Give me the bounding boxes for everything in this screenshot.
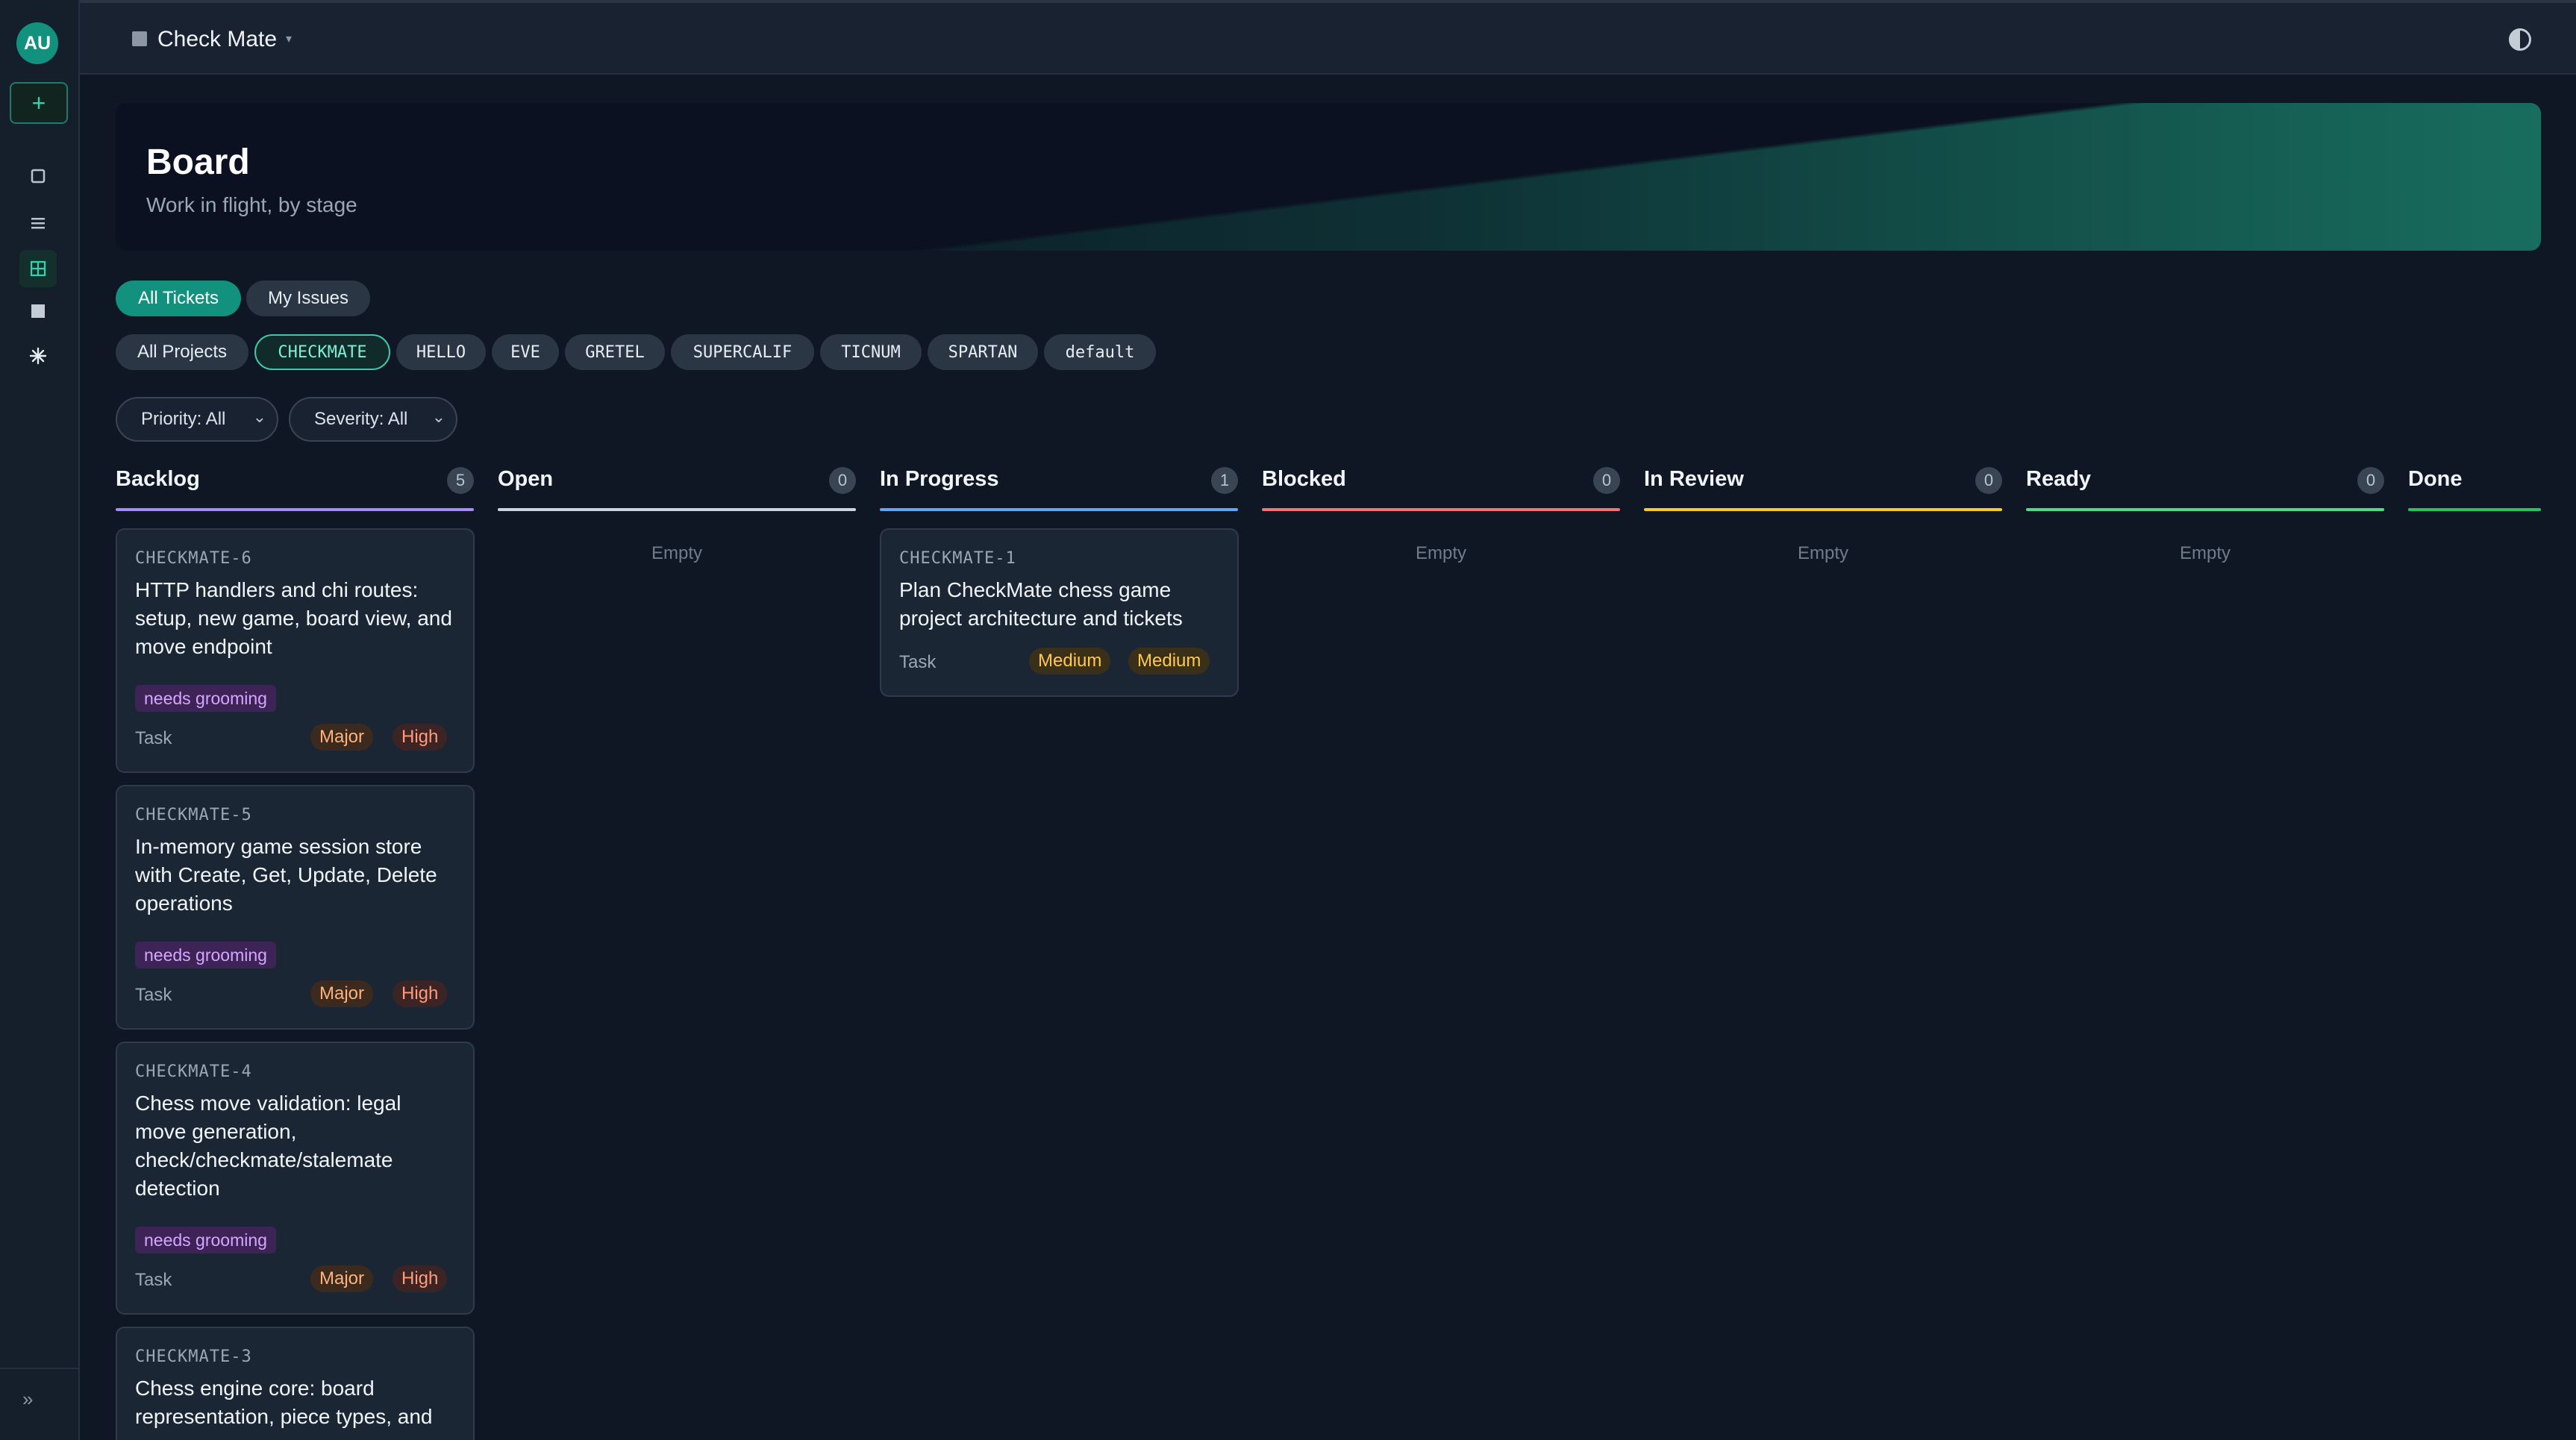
column-count: 0 bbox=[829, 467, 856, 494]
ticket-id: CHECKMATE-5 bbox=[135, 806, 252, 824]
board-icon[interactable] bbox=[19, 250, 57, 287]
ticket-card[interactable]: CHECKMATE-3 Chess engine core: board rep… bbox=[116, 1327, 475, 1440]
project-switcher[interactable]: Check Mate bbox=[157, 27, 277, 52]
page-subtitle: Work in flight, by stage bbox=[146, 193, 357, 216]
ticket-card[interactable]: CHECKMATE-4 Chess move validation: legal… bbox=[116, 1042, 475, 1315]
list-icon[interactable] bbox=[19, 204, 57, 242]
label-tag: needs grooming bbox=[135, 942, 276, 968]
project-color-icon bbox=[132, 31, 147, 46]
column-done: Done bbox=[2408, 467, 2541, 512]
tab-my-issues[interactable]: My Issues bbox=[246, 281, 370, 316]
ticket-type: Task bbox=[135, 1270, 172, 1290]
ticket-type: Task bbox=[135, 728, 172, 748]
severity-badge: Major bbox=[310, 980, 374, 1007]
ticket-title: Plan CheckMate chess game project archit… bbox=[899, 578, 1183, 630]
ticket-id: CHECKMATE-4 bbox=[135, 1062, 252, 1081]
priority-filter-select[interactable]: Priority: All ⌄ bbox=[116, 397, 278, 442]
chevron-down-icon[interactable]: ▾ bbox=[286, 31, 292, 46]
avatar[interactable]: AU bbox=[16, 22, 58, 64]
page-title: Board bbox=[146, 143, 250, 182]
project-filter-supercalif[interactable]: SUPERCALIF bbox=[671, 334, 814, 370]
project-filter-gretel[interactable]: GRETEL bbox=[565, 334, 665, 370]
page-header-banner: Board Work in flight, by stage bbox=[116, 103, 2541, 251]
sparkle-icon[interactable] bbox=[19, 337, 57, 375]
priority-badge: Medium bbox=[1128, 648, 1210, 674]
column-accent-bar bbox=[2408, 508, 2541, 511]
column-in-progress: In Progress 1 bbox=[880, 467, 1238, 512]
ticket-title: Chess engine core: board representation,… bbox=[135, 1377, 433, 1428]
project-filter-eve[interactable]: EVE bbox=[492, 334, 559, 370]
ticket-id: CHECKMATE-6 bbox=[135, 549, 252, 568]
ticket-type: Task bbox=[135, 985, 172, 1005]
ticket-card[interactable]: CHECKMATE-6 HTTP handlers and chi routes… bbox=[116, 528, 475, 773]
rail-divider bbox=[0, 1368, 78, 1369]
ticket-card[interactable]: CHECKMATE-5 In-memory game session store… bbox=[116, 785, 475, 1030]
chart-icon[interactable] bbox=[19, 292, 57, 330]
empty-state: Empty bbox=[651, 543, 702, 563]
column-accent-bar bbox=[1644, 508, 2002, 511]
label-tag: needs grooming bbox=[135, 1227, 276, 1253]
theme-toggle-icon[interactable] bbox=[2509, 28, 2531, 51]
severity-badge: Major bbox=[310, 724, 374, 751]
column-accent-bar bbox=[880, 508, 1238, 511]
project-filter-spartan[interactable]: SPARTAN bbox=[928, 334, 1038, 370]
project-filter-default[interactable]: default bbox=[1044, 334, 1156, 370]
tab-all-tickets[interactable]: All Tickets bbox=[116, 281, 241, 316]
column-accent-bar bbox=[116, 508, 474, 511]
label-tag: needs grooming bbox=[135, 685, 276, 712]
priority-badge: High bbox=[393, 980, 448, 1007]
left-rail: AU + » bbox=[0, 0, 80, 1440]
column-count: 0 bbox=[2357, 467, 2384, 494]
column-accent-bar bbox=[2026, 508, 2384, 511]
project-filter-all[interactable]: All Projects bbox=[116, 334, 248, 370]
column-blocked: Blocked 0 bbox=[1262, 467, 1620, 512]
column-backlog: Backlog 5 bbox=[116, 467, 474, 512]
empty-state: Empty bbox=[1415, 543, 1466, 563]
column-count: 1 bbox=[1211, 467, 1238, 494]
new-item-button[interactable]: + bbox=[10, 82, 68, 124]
square-icon[interactable] bbox=[19, 157, 57, 195]
column-accent-bar bbox=[1262, 508, 1620, 511]
ticket-title: Chess move validation: legal move genera… bbox=[135, 1092, 401, 1200]
ticket-title: HTTP handlers and chi routes: setup, new… bbox=[135, 578, 452, 658]
expand-sidebar-icon[interactable]: » bbox=[22, 1388, 33, 1411]
empty-state: Empty bbox=[2179, 543, 2230, 563]
ticket-title: In-memory game session store with Create… bbox=[135, 835, 437, 915]
column-count: 0 bbox=[1593, 467, 1620, 494]
project-filter-ticnum[interactable]: TICNUM bbox=[820, 334, 922, 370]
severity-badge: Medium bbox=[1029, 648, 1111, 674]
empty-state: Empty bbox=[1797, 543, 1848, 563]
top-bar: Check Mate ▾ bbox=[80, 0, 2576, 75]
column-count: 0 bbox=[1975, 467, 2002, 494]
priority-badge: High bbox=[393, 1265, 448, 1292]
column-ready: Ready 0 bbox=[2026, 467, 2384, 512]
column-open: Open 0 bbox=[498, 467, 856, 512]
severity-badge: Major bbox=[310, 1265, 374, 1292]
ticket-id: CHECKMATE-1 bbox=[899, 549, 1016, 568]
chevron-down-icon: ⌄ bbox=[252, 407, 266, 426]
column-count: 5 bbox=[447, 467, 474, 494]
project-filter-checkmate[interactable]: CHECKMATE bbox=[254, 334, 390, 370]
chevron-down-icon: ⌄ bbox=[431, 407, 446, 426]
ticket-card[interactable]: CHECKMATE-1 Plan CheckMate chess game pr… bbox=[880, 528, 1239, 697]
column-accent-bar bbox=[498, 508, 856, 511]
ticket-type: Task bbox=[899, 652, 937, 672]
column-in-review: In Review 0 bbox=[1644, 467, 2002, 512]
severity-filter-select[interactable]: Severity: All ⌄ bbox=[289, 397, 457, 442]
ticket-id: CHECKMATE-3 bbox=[135, 1347, 252, 1366]
priority-badge: High bbox=[393, 724, 448, 751]
project-filter-hello[interactable]: HELLO bbox=[396, 334, 486, 370]
